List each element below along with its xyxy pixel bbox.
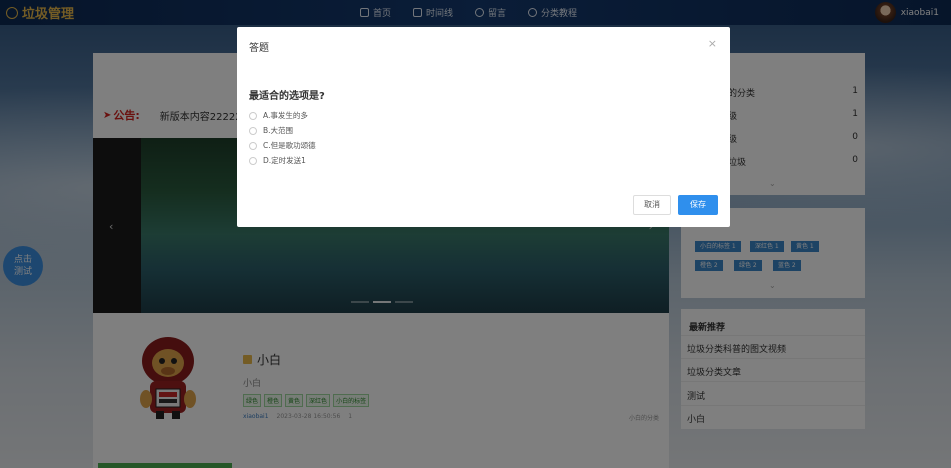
question-text: 最适合的选项是?: [249, 91, 325, 102]
answer-option-b[interactable]: B.大范围: [249, 125, 293, 136]
radio-button[interactable]: [249, 111, 257, 120]
radio-button[interactable]: [249, 141, 257, 150]
option-label: D.定时发送1: [263, 156, 306, 165]
answer-option-d[interactable]: D.定时发送1: [249, 155, 306, 166]
answer-option-c[interactable]: C.但是歌功颂德: [249, 140, 316, 151]
quiz-dialog: 答题 × 最适合的选项是? A.事发生的多 B.大范围 C.但是歌功颂德 D.定…: [237, 27, 730, 227]
option-label: B.大范围: [263, 126, 294, 135]
answer-option-a[interactable]: A.事发生的多: [249, 110, 308, 121]
cancel-button[interactable]: 取消: [633, 195, 671, 215]
close-icon[interactable]: ×: [708, 37, 717, 50]
option-label: A.事发生的多: [263, 111, 308, 120]
radio-button[interactable]: [249, 126, 257, 135]
save-button[interactable]: 保存: [678, 195, 718, 215]
radio-button[interactable]: [249, 156, 257, 165]
dialog-title: 答题: [249, 43, 269, 54]
option-label: C.但是歌功颂德: [263, 141, 316, 150]
